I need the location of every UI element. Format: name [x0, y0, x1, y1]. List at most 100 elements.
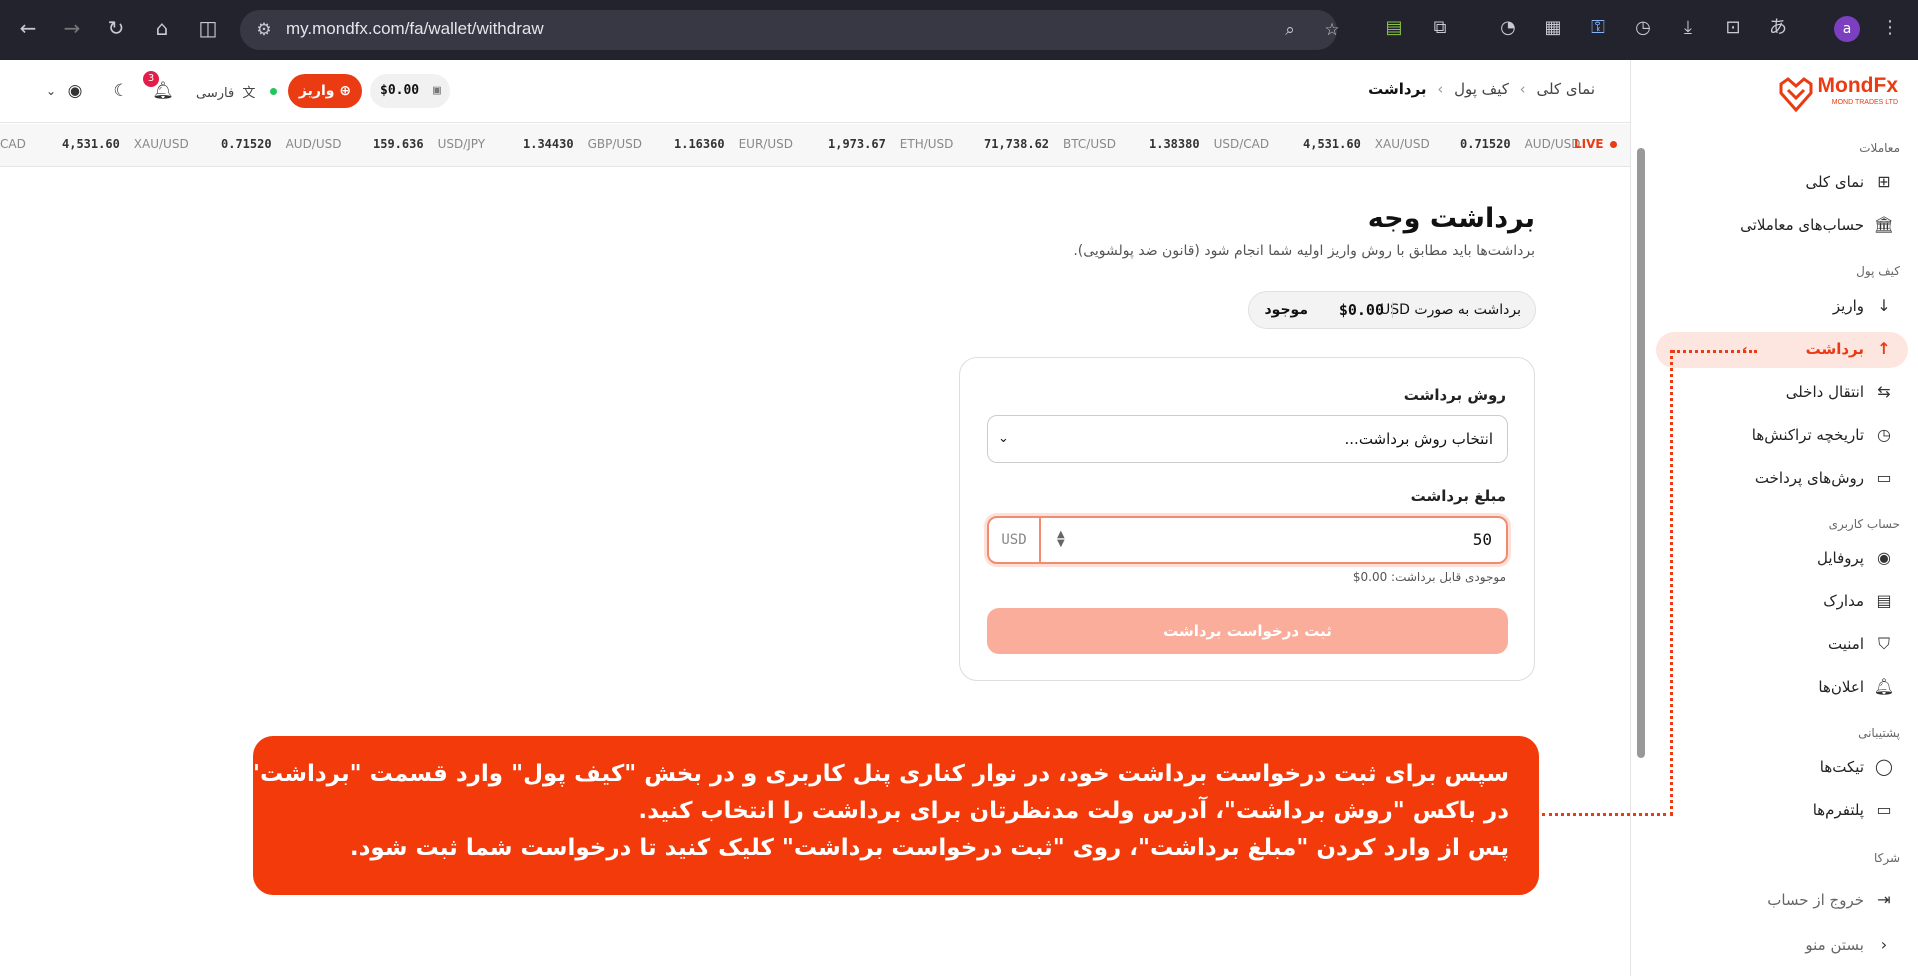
breadcrumb-wallet[interactable]: کیف پول	[1454, 80, 1509, 98]
live-dot	[1610, 141, 1617, 148]
reader-icon[interactable]: ▦	[1541, 16, 1565, 40]
sidebar-item-documents[interactable]: ▤ مدارک	[1656, 584, 1908, 620]
sidebar-item-payment-methods[interactable]: ▭ روش‌های پرداخت	[1656, 461, 1908, 497]
sidebar-item-label: پروفایل	[1817, 549, 1864, 567]
connector-line	[1670, 350, 1673, 815]
zoom-icon[interactable]: ⌕	[1280, 20, 1300, 40]
deposit-label: واریز	[298, 83, 335, 99]
language-label: فارسی	[196, 86, 235, 101]
notification-badge: 3	[143, 71, 159, 87]
download-icon[interactable]: ⤓	[1676, 16, 1700, 40]
withdraw-form-card: روش برداشت انتخاب روش برداشت... ⌄ مبلغ ب…	[959, 357, 1535, 681]
ticker-item: 0.71520 AUD/USD	[221, 137, 342, 151]
grid-icon: ⊞	[1877, 172, 1891, 191]
address-bar[interactable]: ⚙ my.mondfx.com/fa/wallet/withdraw ⌕ ☆	[240, 10, 1340, 50]
extensions-puzzle-icon[interactable]: ⧉	[1428, 16, 1452, 40]
withdrawable-balance-hint: موجودی قابل برداشت: 0.00$	[1352, 570, 1506, 584]
pill-divider	[1392, 302, 1393, 318]
ticker-item: 4,531.60 XAU/USD	[1303, 137, 1430, 151]
sidebar-item-trading-accounts[interactable]: 🏛︎ حساب‌های معاملاتی	[1656, 208, 1908, 244]
arrow-left-icon: ‹	[1742, 342, 1748, 358]
callout-line: سپس برای ثبت درخواست برداشت خود، در نوار…	[172, 761, 1509, 787]
sidebar-item-overview[interactable]: ⊞ نمای کلی	[1656, 165, 1908, 201]
sidebar-item-logout[interactable]: ⇥ خروج از حساب	[1656, 883, 1908, 919]
sidebar-item-platforms[interactable]: ▭ پلتفرم‌ها	[1656, 793, 1908, 829]
sidebar-item-label: حساب‌های معاملاتی	[1740, 216, 1864, 234]
number-spinner-icon[interactable]: ▲ ▼	[1057, 530, 1065, 549]
menu-kebab-icon[interactable]: ⋮	[1878, 16, 1902, 40]
credit-card-icon: ▭	[1876, 468, 1892, 487]
tutorial-callout: سپس برای ثبت درخواست برداشت خود، در نوار…	[172, 736, 1539, 895]
reload-icon[interactable]: ↻	[102, 14, 130, 42]
main-scrollbar[interactable]	[1637, 148, 1645, 758]
breadcrumb-overview[interactable]: نمای کلی	[1536, 80, 1595, 98]
extension-notes-icon[interactable]: ▤	[1382, 16, 1406, 40]
header-deposit-button[interactable]: واریز ⊕	[288, 74, 362, 108]
breadcrumb-chevron-icon: ›	[1519, 80, 1526, 98]
bell-icon: 🔔︎	[1873, 677, 1894, 696]
user-circle-icon: ◉	[1877, 548, 1891, 567]
breadcrumb-chevron-icon: ›	[1437, 80, 1444, 98]
wallet-icon: ▣	[432, 83, 441, 98]
screenshot-icon[interactable]: ⊡	[1721, 16, 1745, 40]
section-wallet: کیف پول	[1856, 264, 1900, 278]
profile-avatar[interactable]: a	[1834, 16, 1860, 42]
ticker-item: 159.636 USD/JPY	[373, 137, 486, 151]
sidebar-item-profile[interactable]: ◉ پروفایل	[1656, 541, 1908, 577]
forward-icon[interactable]: →	[58, 14, 86, 42]
sidebar-item-notifications[interactable]: 🔔︎ اعلان‌ها	[1656, 670, 1908, 706]
history-icon[interactable]: ◷	[1631, 16, 1655, 40]
withdraw-currency-label: برداشت به صورت USD	[1380, 302, 1521, 318]
home-icon[interactable]: ⌂	[148, 14, 176, 42]
user-circle-icon[interactable]: ◉	[64, 80, 86, 102]
method-placeholder: انتخاب روش برداشت...	[1344, 430, 1493, 448]
sidebar-item-tickets[interactable]: ◯ تیکت‌ها	[1656, 750, 1908, 786]
bookmark-star-icon[interactable]: ☆	[1322, 20, 1342, 40]
amount-input[interactable]: USD ▲ ▼ 50	[987, 516, 1508, 564]
chat-bubble-icon: ◯	[1875, 757, 1893, 776]
sidebar-item-label: روش‌های پرداخت	[1754, 469, 1864, 487]
page-subtitle: برداشت‌ها باید مطابق با روش واریز اولیه …	[1073, 243, 1535, 259]
section-account: حساب کاربری	[1828, 517, 1900, 531]
transfer-icon: ⇆	[1877, 382, 1891, 401]
logo[interactable]: MondFx MOND TRADES LTD	[1778, 70, 1898, 116]
logo-subtitle: MOND TRADES LTD	[1831, 99, 1898, 106]
site-settings-icon[interactable]: ⚙	[254, 20, 274, 40]
connector-line	[1542, 813, 1673, 816]
password-key-icon[interactable]: ⚿	[1586, 16, 1610, 40]
amount-value: 50	[1472, 530, 1492, 549]
ticker-item: 1.38380 USD/CAD	[1149, 137, 1270, 151]
split-view-icon[interactable]: ◫	[194, 14, 222, 42]
moon-icon[interactable]: ☾	[110, 80, 132, 102]
sidebar-item-security[interactable]: ⛉ امنیت	[1656, 627, 1908, 663]
translate-icon[interactable]: あ	[1766, 16, 1790, 40]
callout-line: پس از وارد کردن "مبلغ برداشت"، روی "ثبت …	[349, 835, 1509, 861]
incognito-icon[interactable]: ◔	[1496, 16, 1520, 40]
withdraw-method-select[interactable]: انتخاب روش برداشت... ⌄	[987, 415, 1508, 463]
language-switcher[interactable]: فارسی 文	[196, 82, 255, 101]
breadcrumb-current: برداشت	[1368, 80, 1427, 98]
mondfx-logo-mark	[1779, 77, 1813, 112]
sidebar: MondFx MOND TRADES LTD معاملات ⊞ نمای کل…	[1630, 60, 1918, 976]
breadcrumb: نمای کلی › کیف پول › برداشت	[1362, 80, 1595, 98]
online-status-dot	[270, 88, 277, 95]
sidebar-item-history[interactable]: ◷ تاریخچه تراکنش‌ها	[1656, 418, 1908, 454]
sidebar-item-label: مدارک	[1823, 592, 1864, 610]
sidebar-item-deposit[interactable]: ↓ واریز	[1656, 289, 1908, 325]
sidebar-item-label: اعلان‌ها	[1818, 678, 1864, 696]
section-trading: معاملات	[1859, 141, 1900, 155]
sidebar-item-label: واریز	[1832, 297, 1864, 315]
back-icon[interactable]: ←	[14, 14, 42, 42]
wallet-balance-pill[interactable]: $0.00 ▣	[370, 74, 450, 108]
browser-toolbar: ← → ↻ ⌂ ◫ ⚙ my.mondfx.com/fa/wallet/with…	[0, 0, 1918, 60]
method-label: روش برداشت	[1403, 386, 1506, 404]
sidebar-item-internal-transfer[interactable]: ⇆ انتقال داخلی	[1656, 375, 1908, 411]
sidebar-item-label: بستن منو	[1805, 936, 1864, 954]
ticker-item: 71,738.62 BTC/USD	[984, 137, 1116, 151]
ticker-item: 4,531.60 XAU/USD	[62, 137, 189, 151]
chevron-down-icon[interactable]: ⌄	[40, 80, 62, 102]
app-header: نمای کلی › کیف پول › برداشت $0.00 ▣ واری…	[0, 60, 1630, 123]
ticker-item: CAD	[0, 137, 26, 151]
sidebar-item-close-menu[interactable]: ‹ بستن منو	[1656, 928, 1908, 964]
submit-withdraw-button[interactable]: ثبت درخواست برداشت	[987, 608, 1508, 654]
